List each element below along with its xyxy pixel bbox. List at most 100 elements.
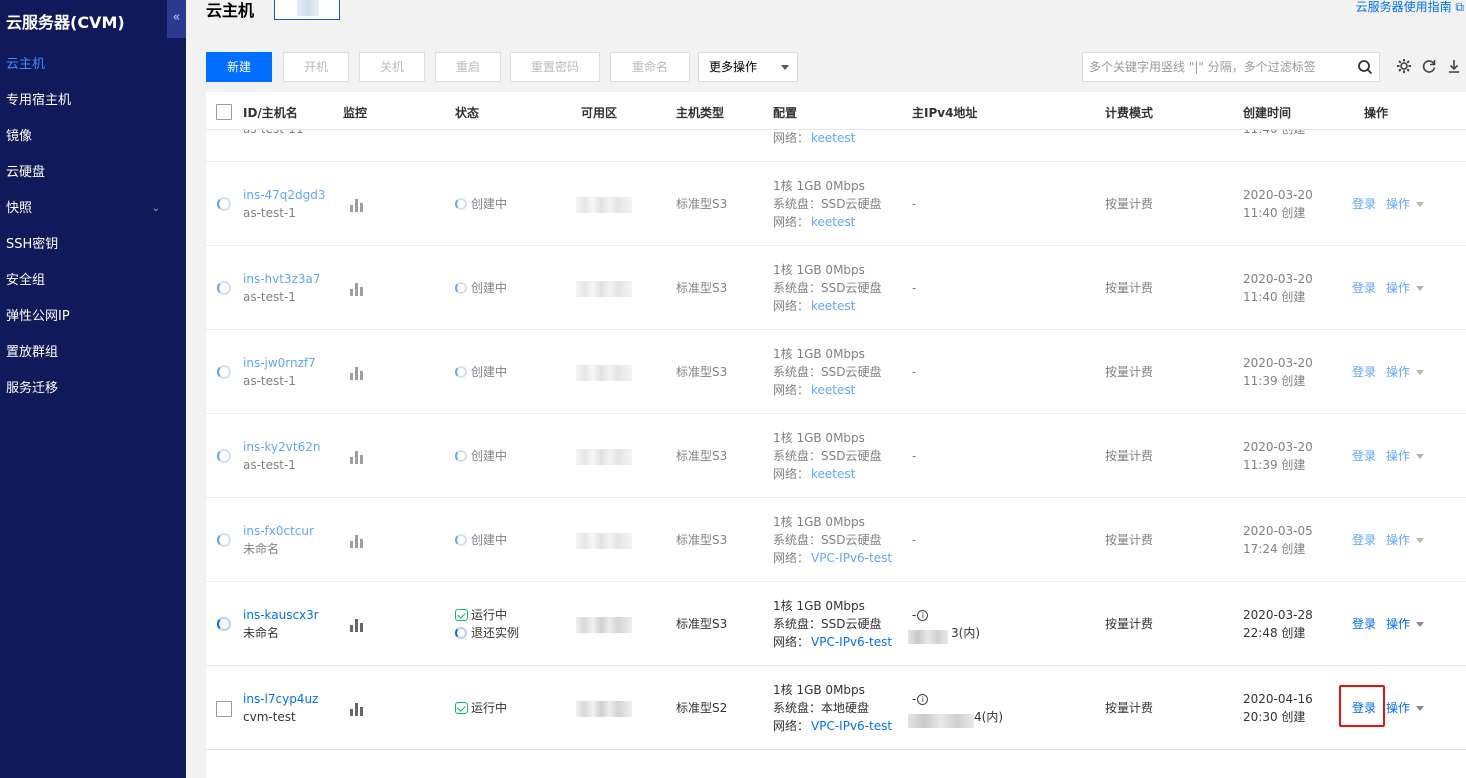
loading-spinner-icon: [217, 617, 231, 631]
monitor-chart-icon[interactable]: [350, 450, 364, 464]
sidebar-item[interactable]: 云主机: [0, 47, 186, 83]
sidebar-item-label: 置放群组: [6, 345, 59, 360]
column-header-id[interactable]: ID/主机名: [243, 104, 298, 121]
sidebar-item[interactable]: 安全组: [0, 263, 186, 299]
sidebar-brand: 云服务器(CVM): [6, 13, 125, 32]
operations-dropdown[interactable]: 操作: [1386, 195, 1425, 213]
monitor-chart-icon[interactable]: [350, 702, 364, 716]
sidebar-item[interactable]: 镜像: [0, 119, 186, 155]
monitor-chart-icon[interactable]: [350, 366, 364, 380]
instance-id-link[interactable]: ins-jw0rnzf7: [243, 354, 316, 372]
billing-mode: 按量计费: [1105, 281, 1154, 295]
operations-dropdown[interactable]: 操作: [1386, 699, 1425, 717]
select-all-checkbox[interactable]: [216, 104, 232, 120]
instance-id-link[interactable]: ins-fx0ctcur: [243, 522, 314, 540]
config-network: 网络： keetest: [773, 129, 855, 147]
login-link[interactable]: 登录: [1352, 279, 1376, 297]
created-time: 22:48 创建: [1243, 626, 1306, 640]
monitor-chart-icon[interactable]: [350, 282, 364, 296]
login-link[interactable]: 登录: [1352, 195, 1376, 213]
row-checkbox[interactable]: [216, 701, 232, 717]
loading-status-icon: [455, 450, 467, 462]
chevron-down-icon: ⌄: [151, 203, 160, 214]
stop-button[interactable]: 关机: [359, 52, 425, 82]
login-link[interactable]: 登录: [1352, 447, 1376, 465]
instance-id-link[interactable]: ins-47q2dgd3: [243, 186, 326, 204]
sidebar-item[interactable]: 专用宿主机: [0, 83, 186, 119]
network-link[interactable]: keetest: [811, 299, 855, 313]
column-header-type[interactable]: 主机类型: [676, 104, 724, 121]
network-link[interactable]: keetest: [811, 467, 855, 481]
public-ip: -: [912, 197, 917, 211]
instance-id-link[interactable]: ins-l7cyp4uz: [243, 690, 318, 708]
sidebar-item-label: 安全组: [6, 273, 46, 288]
operations-dropdown[interactable]: 操作: [1386, 615, 1425, 633]
operations-dropdown[interactable]: 操作: [1386, 363, 1425, 381]
sidebar-item[interactable]: 云硬盘: [0, 155, 186, 191]
start-button[interactable]: 开机: [283, 52, 349, 82]
billing-mode: 按量计费: [1105, 365, 1154, 379]
table-row: ins-fx0ctcur 未命名 创建中 标准型S3 1核 1GB 0Mbps 系统盘：S…: [206, 498, 1466, 582]
zone-blurred: [576, 281, 632, 297]
sidebar-item[interactable]: 置放群组: [0, 335, 186, 371]
operations-dropdown[interactable]: 操作: [1386, 447, 1425, 465]
sidebar-item[interactable]: SSH密钥: [0, 227, 186, 263]
toolbar: 新建 开机 关机 重启 重置密码 重命名 更多操作: [206, 52, 1466, 82]
login-link[interactable]: 登录: [1352, 363, 1376, 381]
config-network: 网络： keetest: [773, 213, 855, 231]
refresh-icon[interactable]: [1421, 58, 1437, 74]
network-link[interactable]: VPC-IPv6-test: [811, 635, 892, 649]
login-link[interactable]: 登录: [1352, 531, 1376, 549]
login-link[interactable]: 登录: [1352, 615, 1376, 633]
network-link[interactable]: keetest: [811, 383, 855, 397]
search-icon[interactable]: [1357, 59, 1373, 75]
chevron-down-icon: [1416, 286, 1425, 291]
download-icon[interactable]: [1446, 58, 1462, 74]
reset-password-button[interactable]: 重置密码: [510, 52, 600, 82]
table-row: ins-ky2vt62n as-test-1 创建中 标准型S3 1核 1GB 0Mbp…: [206, 414, 1466, 498]
monitor-chart-icon[interactable]: [350, 198, 364, 212]
collapse-sidebar-button[interactable]: «: [167, 0, 186, 38]
more-actions-dropdown[interactable]: 更多操作: [698, 52, 798, 82]
network-label: 网络：: [773, 299, 810, 313]
network-label: 网络：: [773, 215, 810, 229]
instance-id-link[interactable]: ins-kauscx3r: [243, 606, 319, 624]
instance-id-link[interactable]: ins-ky2vt62n: [243, 438, 320, 456]
network-link[interactable]: keetest: [811, 131, 855, 145]
column-header-status[interactable]: 状态: [455, 104, 479, 121]
instance-type: 标准型S3: [676, 449, 728, 463]
column-header-zone[interactable]: 可用区: [581, 104, 617, 121]
created-date: 2020-03-20: [1243, 272, 1313, 286]
monitor-chart-icon[interactable]: [350, 534, 364, 548]
region-selector[interactable]: [274, 0, 340, 20]
network-link[interactable]: VPC-IPv6-test: [811, 719, 892, 733]
guide-link[interactable]: 云服务器使用指南 ⧉: [1356, 0, 1464, 15]
new-button[interactable]: 新建: [206, 52, 272, 82]
column-header-billing[interactable]: 计费模式: [1105, 104, 1153, 121]
status-item: 创建中: [455, 363, 507, 381]
column-header-config: 配置: [773, 106, 798, 120]
network-label: 网络：: [773, 131, 810, 145]
settings-gear-icon[interactable]: [1396, 58, 1412, 74]
instance-id-link[interactable]: ins-hvt3z3a7: [243, 270, 321, 288]
instance-status: 创建中: [455, 363, 507, 381]
chevron-down-icon: [1416, 538, 1425, 543]
sidebar-item[interactable]: 服务迁移: [0, 371, 186, 407]
sidebar-item[interactable]: 弹性公网IP: [0, 299, 186, 335]
sidebar-item[interactable]: 快照 ⌄: [0, 191, 186, 227]
network-link[interactable]: VPC-IPv6-test: [811, 551, 892, 565]
operations-dropdown[interactable]: 操作: [1386, 279, 1425, 297]
info-icon[interactable]: i: [917, 694, 929, 705]
config-network: 网络： VPC-IPv6-test: [773, 549, 892, 567]
loading-status-icon: [455, 534, 467, 546]
column-header-created[interactable]: 创建时间: [1243, 104, 1291, 121]
ipv4-cell: -: [912, 447, 916, 465]
restart-button[interactable]: 重启: [435, 52, 501, 82]
operations-dropdown[interactable]: 操作: [1386, 531, 1425, 549]
info-icon[interactable]: i: [917, 610, 929, 621]
search-input[interactable]: [1083, 53, 1343, 81]
rename-button[interactable]: 重命名: [610, 52, 690, 82]
sidebar-item-label: 镜像: [6, 129, 33, 144]
monitor-chart-icon[interactable]: [350, 618, 364, 632]
network-link[interactable]: keetest: [811, 215, 855, 229]
